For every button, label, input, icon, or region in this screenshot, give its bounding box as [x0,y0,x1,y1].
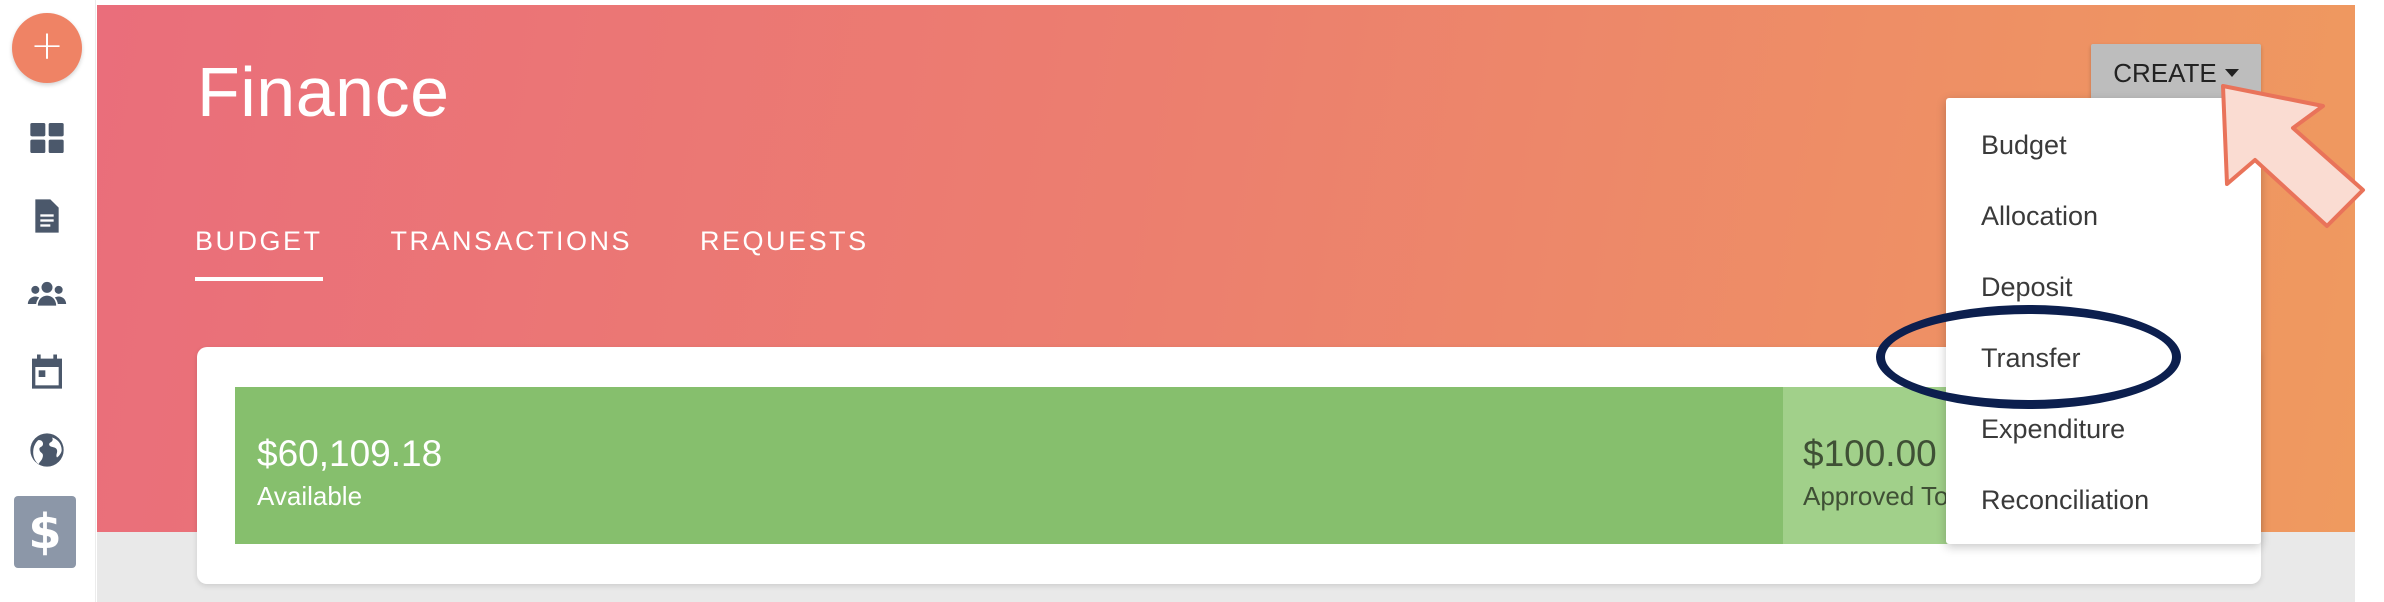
tab-transactions[interactable]: TRANSACTIONS [391,226,633,281]
calendar-icon[interactable] [21,346,73,398]
tab-budget[interactable]: BUDGET [195,226,323,281]
create-button[interactable]: CREATE [2091,44,2261,102]
dashboard-icon[interactable] [21,112,73,164]
menu-item-transfer[interactable]: Transfer [1946,323,2261,394]
budget-bar: $60,109.18 Available $100.00 Approved To [235,387,2223,544]
available-label: Available [257,481,363,511]
users-icon[interactable] [21,268,73,320]
create-button-label: CREATE [2113,57,2217,88]
add-fab-button[interactable]: + [12,13,82,83]
create-dropdown-menu: Budget Allocation Deposit Transfer Expen… [1946,98,2261,544]
tab-requests[interactable]: REQUESTS [700,226,869,281]
tab-bar: BUDGET TRANSACTIONS REQUESTS [195,226,937,281]
available-amount: $60,109.18 [257,433,443,474]
globe-icon[interactable] [21,424,73,476]
caret-down-icon [2224,69,2239,77]
page-title: Finance [197,53,450,131]
menu-item-reconciliation[interactable]: Reconciliation [1946,465,2261,536]
document-icon[interactable] [21,190,73,242]
menu-item-expenditure[interactable]: Expenditure [1946,394,2261,465]
sidebar: + $ [0,0,96,602]
available-segment[interactable]: $60,109.18 Available [235,387,1783,544]
menu-item-deposit[interactable]: Deposit [1946,252,2261,323]
menu-item-budget[interactable]: Budget [1946,110,2261,181]
dollar-icon[interactable]: $ [14,496,76,568]
menu-item-allocation[interactable]: Allocation [1946,181,2261,252]
